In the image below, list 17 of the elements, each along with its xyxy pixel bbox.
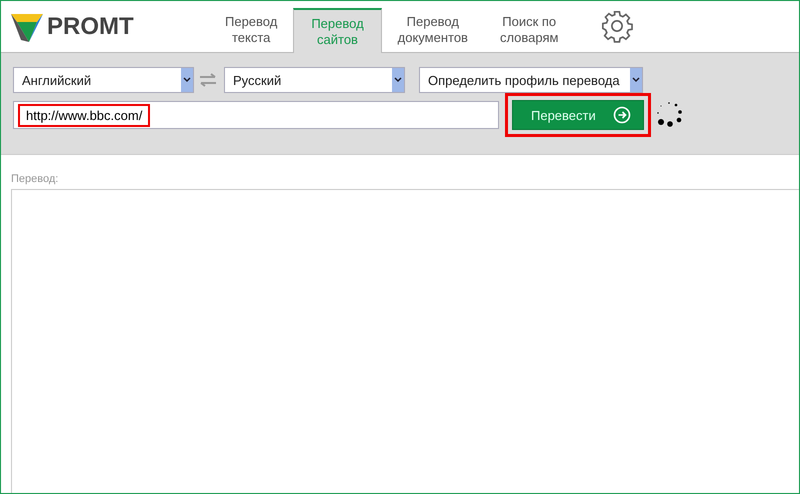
dropdown[interactable]: Русский: [224, 67, 405, 93]
tab[interactable]: Перевод текста: [209, 8, 294, 51]
dropdown[interactable]: Английский: [13, 67, 194, 93]
result-label: Перевод:: [11, 173, 60, 185]
translate-button[interactable]: Перевести: [512, 100, 644, 130]
arrow-circle-icon: [613, 106, 631, 124]
chevron-down-icon: [630, 68, 642, 92]
tab[interactable]: Перевод документов: [382, 8, 484, 51]
logo-text: PROMT: [47, 12, 134, 40]
tab[interactable]: Поиск по словарям: [484, 8, 574, 51]
chevron-down-icon: [392, 68, 404, 92]
swap-icon[interactable]: [198, 73, 218, 87]
url-text: http://www.bbc.com/: [18, 104, 150, 126]
dropdown[interactable]: Определить профиль перевода: [419, 67, 643, 93]
chevron-down-icon: [181, 68, 193, 92]
url-field[interactable]: http://www.bbc.com/: [13, 101, 499, 129]
settings-icon[interactable]: [600, 9, 634, 43]
